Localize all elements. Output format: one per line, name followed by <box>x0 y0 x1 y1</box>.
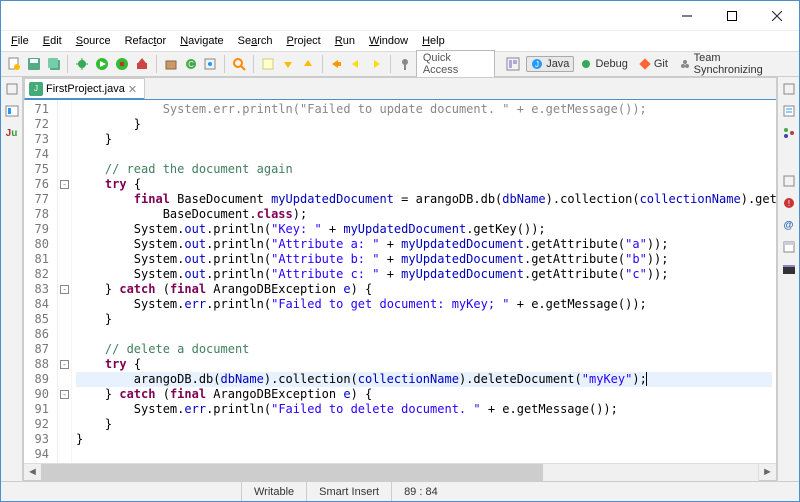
next-annotation-icon[interactable] <box>279 55 297 73</box>
run-icon[interactable] <box>93 55 111 73</box>
perspective-debug[interactable]: Debug <box>575 56 632 72</box>
new-class-icon[interactable]: C <box>182 55 200 73</box>
ext-tools-icon[interactable] <box>133 55 151 73</box>
scroll-thumb[interactable] <box>41 464 543 481</box>
save-icon[interactable] <box>25 55 43 73</box>
menu-window[interactable]: Window <box>363 33 414 49</box>
left-trim: Ju <box>1 77 23 481</box>
declaration-icon[interactable] <box>781 239 797 255</box>
titlebar <box>1 1 799 31</box>
menubar: File Edit Source Refactor Navigate Searc… <box>1 31 799 51</box>
menu-search[interactable]: Search <box>232 33 279 49</box>
restore-right-icon[interactable] <box>781 81 797 97</box>
task-list-icon[interactable] <box>781 103 797 119</box>
package-explorer-icon[interactable] <box>4 103 20 119</box>
scroll-right-icon[interactable]: ► <box>759 464 776 481</box>
coverage-icon[interactable] <box>113 55 131 73</box>
problems-icon[interactable]: ! <box>781 195 797 211</box>
status-insert: Smart Insert <box>306 482 391 501</box>
menu-run[interactable]: Run <box>329 33 361 49</box>
editor-tab[interactable]: J FirstProject.java ✕ <box>24 78 145 100</box>
svg-text:J: J <box>535 60 539 69</box>
horizontal-scrollbar[interactable]: ◄ ► <box>24 463 776 480</box>
menu-file[interactable]: File <box>5 33 35 49</box>
quick-access[interactable]: Quick Access <box>416 50 495 78</box>
menu-project[interactable]: Project <box>281 33 327 49</box>
code-content[interactable]: System.err.println("Failed to update doc… <box>72 100 776 463</box>
open-type-icon[interactable] <box>201 55 219 73</box>
menu-edit[interactable]: Edit <box>37 33 68 49</box>
save-all-icon[interactable] <box>45 55 63 73</box>
maximize-button[interactable] <box>709 1 754 31</box>
menu-refactor[interactable]: Refactor <box>119 33 173 49</box>
perspective-git[interactable]: Git <box>634 56 673 72</box>
scroll-track[interactable] <box>41 464 759 481</box>
editor-tab-label: FirstProject.java <box>46 83 125 95</box>
close-button[interactable] <box>754 1 799 31</box>
java-file-icon: J <box>29 82 43 96</box>
junit-icon[interactable]: Ju <box>4 125 20 141</box>
main-toolbar: C Quick Access JJava Debug Git Team Sync… <box>1 51 799 77</box>
restore-bottom-icon[interactable] <box>781 173 797 189</box>
right-trim: ! @ <box>777 77 799 481</box>
work-area: Ju J FirstProject.java ✕ 717273747576777… <box>1 77 799 481</box>
eclipse-window: File Edit Source Refactor Navigate Searc… <box>0 0 800 502</box>
open-perspective-icon[interactable] <box>501 55 525 73</box>
svg-text:!: ! <box>787 199 789 208</box>
forward-icon[interactable] <box>367 55 385 73</box>
close-tab-icon[interactable]: ✕ <box>128 83 140 95</box>
svg-text:C: C <box>188 60 194 69</box>
javadoc-icon[interactable]: @ <box>781 217 797 233</box>
menu-source[interactable]: Source <box>70 33 117 49</box>
new-icon[interactable] <box>5 55 23 73</box>
back-icon[interactable] <box>347 55 365 73</box>
statusbar: Writable Smart Insert 89 : 84 <box>1 481 799 501</box>
perspective-switcher: JJava Debug Git Team Synchronizing <box>501 50 795 78</box>
prev-annotation-icon[interactable] <box>299 55 317 73</box>
status-position: 89 : 84 <box>391 482 450 501</box>
menu-help[interactable]: Help <box>416 33 451 49</box>
status-writable: Writable <box>241 482 306 501</box>
code-editor[interactable]: 7172737475767778798081828384858687888990… <box>24 100 776 463</box>
editor-tabbar: J FirstProject.java ✕ <box>24 78 776 100</box>
scroll-left-icon[interactable]: ◄ <box>24 464 41 481</box>
search-icon[interactable] <box>230 55 248 73</box>
restore-icon[interactable] <box>4 81 20 97</box>
toggle-mark-icon[interactable] <box>259 55 277 73</box>
minimize-button[interactable] <box>664 1 709 31</box>
line-gutter: 7172737475767778798081828384858687888990… <box>24 100 58 463</box>
outline-icon[interactable] <box>781 125 797 141</box>
perspective-team[interactable]: Team Synchronizing <box>674 50 795 78</box>
debug-icon[interactable] <box>73 55 91 73</box>
perspective-java[interactable]: JJava <box>526 56 574 72</box>
new-package-icon[interactable] <box>162 55 180 73</box>
last-edit-icon[interactable] <box>328 55 346 73</box>
console-icon[interactable] <box>781 261 797 277</box>
pin-icon[interactable] <box>396 55 414 73</box>
menu-navigate[interactable]: Navigate <box>174 33 229 49</box>
fold-gutter[interactable]: ---- <box>58 100 72 463</box>
editor-area: J FirstProject.java ✕ 717273747576777879… <box>23 77 777 481</box>
